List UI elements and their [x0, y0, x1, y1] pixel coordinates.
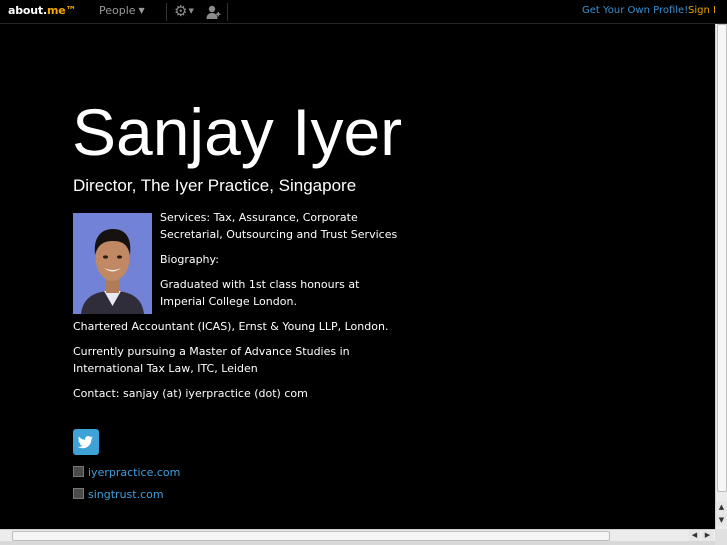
horizontal-scrollbar[interactable]: ◀ ▶ [0, 529, 715, 541]
bio-biography-heading: Biography: [160, 253, 219, 266]
get-your-own-profile-link[interactable]: Get Your Own Profile! [582, 5, 688, 16]
sign-in-link[interactable]: Sign In [688, 5, 715, 16]
toolbar-divider [166, 3, 167, 21]
chevron-down-icon: ▼ [188, 7, 194, 15]
horizontal-scroll-thumb[interactable] [12, 531, 610, 541]
scroll-right-arrow-icon[interactable]: ▶ [702, 530, 713, 541]
top-navigation-bar: about.me™ People ▼ ⚙▼ Get Your Own Profil… [0, 0, 727, 24]
scroll-left-arrow-icon[interactable]: ◀ [689, 530, 700, 541]
logo-text: about. [8, 4, 47, 17]
external-link-icon [73, 466, 84, 477]
twitter-bird-icon[interactable] [73, 429, 99, 455]
logo-accent: me™ [46, 4, 77, 17]
external-link-icon [73, 488, 84, 499]
scrollbar-corner [715, 529, 727, 545]
people-dropdown[interactable]: People ▼ [99, 4, 145, 17]
bio-career: Chartered Accountant (ICAS), Ernst & You… [73, 320, 389, 333]
people-label: People [99, 4, 136, 17]
website-link-label: singtrust.com [88, 488, 164, 501]
settings-gear-icon[interactable]: ⚙▼ [174, 3, 194, 22]
vertical-scroll-thumb[interactable] [717, 24, 727, 492]
bio-contact: Contact: sanjay (at) iyerpractice (dot) … [73, 387, 308, 400]
status-strip [0, 541, 715, 545]
website-link-iyerpractice[interactable]: iyerpractice.com [73, 466, 180, 479]
scroll-up-arrow-icon[interactable]: ▲ [716, 501, 727, 513]
website-link-label: iyerpractice.com [88, 466, 181, 479]
profile-headline: Director, The Iyer Practice, Singapore [73, 176, 357, 195]
bio-services: Services: Tax, Assurance, Corporate Secr… [160, 211, 398, 241]
profile-biography: Services: Tax, Assurance, Corporate Secr… [73, 209, 403, 402]
about-me-logo[interactable]: about.me™ [8, 4, 76, 17]
toolbar-divider [227, 3, 228, 21]
vertical-scrollbar[interactable]: ▲ ▼ [715, 24, 727, 529]
profile-name: Sanjay Iyer [72, 95, 403, 169]
bio-studies: Currently pursuing a Master of Advance S… [73, 345, 350, 375]
website-link-singtrust[interactable]: singtrust.com [73, 488, 164, 501]
scroll-down-arrow-icon[interactable]: ▼ [716, 514, 727, 526]
bio-education: Graduated with 1st class honours at Impe… [160, 278, 360, 308]
chevron-down-icon: ▼ [138, 6, 145, 15]
add-person-icon[interactable] [205, 4, 221, 20]
